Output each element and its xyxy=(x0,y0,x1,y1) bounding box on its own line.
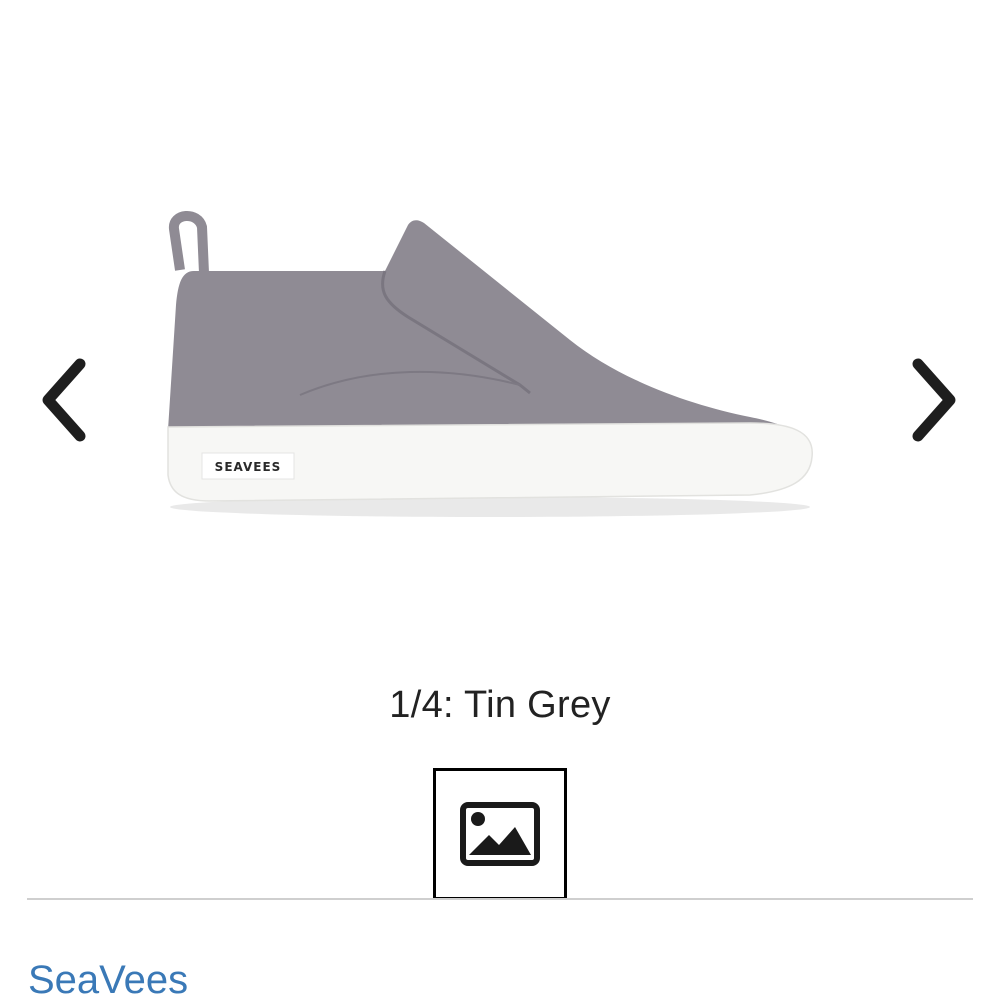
carousel-next-button[interactable] xyxy=(902,350,962,450)
chevron-left-icon xyxy=(42,358,86,442)
carousel-prev-button[interactable] xyxy=(36,350,96,450)
sole-logo-text: SEAVEES xyxy=(215,460,282,474)
image-placeholder-icon xyxy=(460,802,540,866)
carousel-caption: 1/4: Tin Grey xyxy=(389,684,611,726)
shoe-upper xyxy=(168,220,798,453)
section-divider xyxy=(27,898,973,900)
product-page: SEAVEES 1/4: Tin Grey SeaVees xyxy=(0,0,1000,1000)
chevron-right-icon xyxy=(912,358,956,442)
heel-pull-tab xyxy=(169,211,209,274)
product-image[interactable]: SEAVEES xyxy=(150,195,840,540)
brand-link[interactable]: SeaVees xyxy=(28,958,188,1000)
thumbnail-button[interactable] xyxy=(433,768,567,900)
product-image-carousel: SEAVEES xyxy=(0,0,1000,660)
